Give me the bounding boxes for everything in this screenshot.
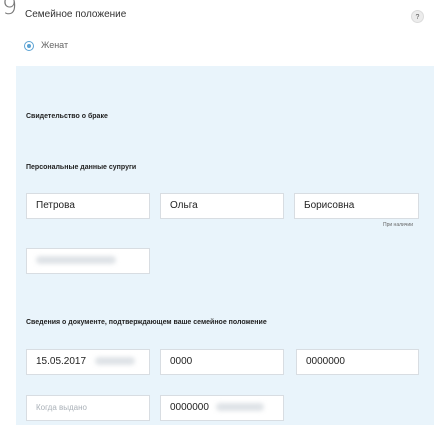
document-heading: Сведения о документе, подтверждающем ваш… bbox=[26, 319, 267, 326]
document-series-field[interactable]: 0000 bbox=[160, 349, 284, 375]
record-number-field[interactable]: 0000000 bbox=[160, 395, 284, 421]
radio-selected-icon[interactable] bbox=[24, 41, 34, 51]
spouse-birth-date-field[interactable] bbox=[26, 248, 150, 274]
spouse-first-name-field[interactable]: Ольга bbox=[160, 193, 284, 219]
spouse-patronymic-field[interactable]: Борисовна bbox=[294, 193, 419, 219]
step-number: 9 bbox=[2, 0, 18, 20]
section-title: Семейное положение bbox=[25, 9, 127, 20]
redacted-value bbox=[215, 403, 264, 412]
marital-status-label: Женат bbox=[41, 40, 69, 50]
document-date-value: 15.05.2017 bbox=[36, 356, 87, 367]
patronymic-hint: При наличии bbox=[383, 222, 413, 228]
redacted-value bbox=[94, 357, 135, 366]
spouse-data-heading: Персональные данные супруги bbox=[26, 164, 137, 171]
document-date-field[interactable]: 15.05.2017 bbox=[26, 349, 150, 375]
redacted-value bbox=[36, 256, 116, 265]
help-button[interactable]: ? bbox=[411, 10, 424, 23]
spouse-last-name-field[interactable]: Петрова bbox=[26, 193, 150, 219]
issue-date-field[interactable]: Когда выдано bbox=[26, 395, 150, 421]
record-number-value: 0000000 bbox=[170, 402, 209, 413]
marriage-certificate-heading: Свидетельство о браке bbox=[26, 113, 108, 120]
marital-details-panel: Свидетельство о браке Персональные данны… bbox=[16, 66, 434, 425]
document-number-field[interactable]: 0000000 bbox=[296, 349, 419, 375]
